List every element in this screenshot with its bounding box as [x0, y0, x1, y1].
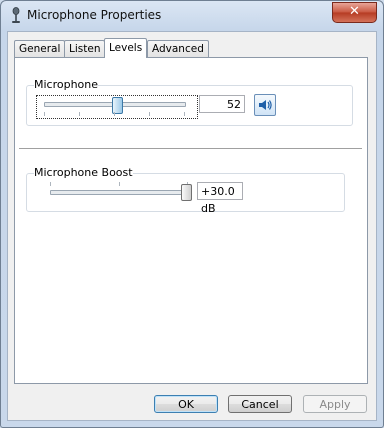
microphone-icon	[9, 7, 23, 25]
speaker-icon	[255, 100, 275, 118]
close-button[interactable]: ✕	[332, 2, 377, 23]
title-bar[interactable]: Microphone Properties ✕	[1, 1, 383, 31]
boost-slider-thumb[interactable]	[181, 184, 192, 201]
group-separator	[19, 148, 362, 150]
tab-listen[interactable]: Listen	[64, 40, 106, 57]
microphone-group: Microphone 52	[26, 78, 353, 126]
microphone-slider[interactable]	[36, 95, 198, 119]
ok-button[interactable]: OK	[154, 395, 218, 413]
microphone-slider-ticks	[44, 112, 185, 117]
cancel-button[interactable]: Cancel	[228, 395, 292, 413]
properties-window: Microphone Properties ✕ General Listen L…	[0, 0, 384, 428]
levels-panel: Microphone 52 Microphone Boost +30.0 dB	[14, 57, 368, 384]
window-title: Microphone Properties	[27, 8, 162, 22]
boost-slider-track	[50, 190, 190, 195]
tab-general[interactable]: General	[14, 40, 66, 57]
tab-levels[interactable]: Levels	[104, 38, 148, 58]
microphone-label: Microphone	[34, 78, 99, 91]
boost-level-value: +30.0 dB	[197, 182, 243, 215]
close-icon: ✕	[349, 4, 360, 19]
mute-button[interactable]	[254, 94, 276, 116]
boost-label: Microphone Boost	[34, 166, 133, 179]
boost-group: Microphone Boost +30.0 dB	[26, 166, 345, 215]
boost-slider-ticks	[50, 182, 188, 187]
dialog-client-area: General Listen Levels Advanced Microphon…	[7, 31, 377, 421]
apply-button[interactable]: Apply	[303, 395, 367, 413]
tab-advanced[interactable]: Advanced	[147, 40, 209, 57]
microphone-level-value: 52	[199, 95, 245, 113]
